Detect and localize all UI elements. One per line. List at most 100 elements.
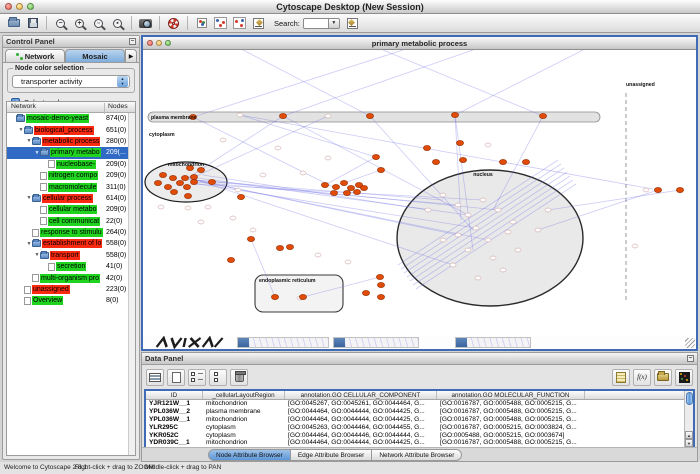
unselect-attributes-icon[interactable] xyxy=(209,369,227,386)
graph-node-selected[interactable] xyxy=(183,184,190,189)
graph-node-selected[interactable] xyxy=(366,113,373,118)
table-scrollbar[interactable]: ▲ ▼ xyxy=(684,391,693,447)
graph-node-unselected[interactable] xyxy=(230,216,236,220)
search-input[interactable] xyxy=(303,18,329,29)
graph-node-unselected[interactable] xyxy=(250,228,256,232)
table-row[interactable]: YPL036W__1mitochondrion[GO:0044464, GO:0… xyxy=(146,416,684,424)
graph-node-selected[interactable] xyxy=(343,190,350,195)
graph-node-selected[interactable] xyxy=(159,172,166,177)
graph-node-unselected[interactable] xyxy=(237,113,243,117)
graph-node-selected[interactable] xyxy=(247,236,254,241)
graph-node-selected[interactable] xyxy=(376,274,383,279)
network-canvas[interactable]: plasma membranecytoplasmmitochondrionnuc… xyxy=(143,50,696,336)
graph-node-selected[interactable] xyxy=(340,180,347,185)
graph-node-selected[interactable] xyxy=(170,189,177,194)
open-folder-icon[interactable] xyxy=(5,15,22,31)
graph-node-selected[interactable] xyxy=(190,174,197,179)
tree-row[interactable]: response to stimulu264(0) xyxy=(7,227,135,238)
graph-node-unselected[interactable] xyxy=(158,205,164,209)
graph-node-unselected[interactable] xyxy=(220,138,226,142)
tree-row[interactable]: secretion41(0) xyxy=(7,261,135,272)
graph-node-selected[interactable] xyxy=(539,113,546,118)
graph-node-selected[interactable] xyxy=(299,294,306,299)
graph-node-selected[interactable] xyxy=(372,154,379,159)
graph-node-unselected[interactable] xyxy=(510,220,516,224)
open-attribute-icon[interactable] xyxy=(654,369,672,386)
tab-network[interactable]: Network xyxy=(5,49,65,62)
graph-node-selected[interactable] xyxy=(362,290,369,295)
table-row[interactable]: YLR295Ccytoplasm[GO:0045263, GO:0044464,… xyxy=(146,424,684,432)
network-graph[interactable]: plasma membranecytoplasmmitochondrionnuc… xyxy=(143,50,696,336)
select-attributes-icon[interactable] xyxy=(188,369,206,386)
graph-node-selected[interactable] xyxy=(654,187,661,192)
tree-row[interactable]: nitrogen compo209(0) xyxy=(7,170,135,181)
table-row[interactable]: YPL036W__2plasma membrane[GO:0044464, GO… xyxy=(146,408,684,416)
scroll-down-arrow[interactable]: ▼ xyxy=(685,439,693,447)
graph-node-unselected[interactable] xyxy=(643,188,649,192)
table-header-row[interactable]: ID_cellularLayoutRegionannotation.GO CEL… xyxy=(146,391,684,400)
tree-row[interactable]: cell communicat22(0) xyxy=(7,216,135,227)
apply-layout-icon[interactable] xyxy=(212,15,229,31)
scroll-up-arrow[interactable]: ▲ xyxy=(685,431,693,439)
graph-node-selected[interactable] xyxy=(451,112,458,117)
graph-node-selected[interactable] xyxy=(330,190,337,195)
graph-node-unselected[interactable] xyxy=(500,268,506,272)
table-row[interactable]: YKR052Ccytoplasm[GO:0044464, GO:0044446,… xyxy=(146,432,684,440)
graph-node-unselected[interactable] xyxy=(300,171,306,175)
graph-node-selected[interactable] xyxy=(377,167,384,172)
graph-node-selected[interactable] xyxy=(377,282,384,287)
graph-node-unselected[interactable] xyxy=(485,238,491,242)
tree-row[interactable]: ▼biological_process651(0) xyxy=(7,124,135,135)
graph-node-unselected[interactable] xyxy=(535,228,541,232)
tab-network-attribute-browser[interactable]: Network Attribute Browser xyxy=(372,449,462,461)
help-lifering-icon[interactable] xyxy=(165,15,182,31)
graph-node-selected[interactable] xyxy=(347,185,354,190)
graph-node-selected[interactable] xyxy=(276,245,283,250)
tree-row[interactable]: unassigned223(0) xyxy=(7,284,135,295)
graph-node-unselected[interactable] xyxy=(345,260,351,264)
zoom-selected-icon[interactable]: ▪ xyxy=(109,15,126,31)
graph-node-unselected[interactable] xyxy=(465,248,471,252)
graph-node-unselected[interactable] xyxy=(495,208,501,212)
graph-node-unselected[interactable] xyxy=(465,213,471,217)
more-tabs-arrow-icon[interactable]: ▶ xyxy=(125,49,137,62)
graph-node-unselected[interactable] xyxy=(440,238,446,242)
snapshot-camera-icon[interactable] xyxy=(137,15,154,31)
column-header[interactable]: _cellularLayoutRegion xyxy=(203,391,285,399)
graph-node-selected[interactable] xyxy=(321,182,328,187)
graph-node-selected[interactable] xyxy=(227,257,234,262)
graph-node-unselected[interactable] xyxy=(545,208,551,212)
graph-node-selected[interactable] xyxy=(169,175,176,180)
graph-node-unselected[interactable] xyxy=(455,233,461,237)
scrollbar-thumb[interactable] xyxy=(686,392,693,405)
graph-node-unselected[interactable] xyxy=(205,205,211,209)
annotation-icon[interactable] xyxy=(250,15,267,31)
graph-node-selected[interactable] xyxy=(676,187,683,192)
table-row[interactable]: YJR121W__1mitochondrion[GO:0045267, GO:0… xyxy=(146,400,684,408)
graph-node-selected[interactable] xyxy=(184,193,191,198)
graph-node-unselected[interactable] xyxy=(485,143,491,147)
float-panel-icon[interactable] xyxy=(129,38,136,45)
graph-node-selected[interactable] xyxy=(432,159,439,164)
tree-row[interactable]: ▼cellular process614(0) xyxy=(7,193,135,204)
tree-row[interactable]: mosaic-demo-yeast874(0) xyxy=(7,113,135,124)
graph-node-selected[interactable] xyxy=(208,179,215,184)
tree-row[interactable]: Overview8(0) xyxy=(7,295,135,306)
search-options-icon[interactable] xyxy=(344,15,361,31)
import-table-icon[interactable] xyxy=(146,369,164,386)
graph-node-unselected[interactable] xyxy=(275,146,281,150)
network-overview-icon[interactable] xyxy=(193,15,210,31)
column-header[interactable]: ID xyxy=(146,391,203,399)
graph-node-selected[interactable] xyxy=(197,167,204,172)
tree-row[interactable]: ▼metabolic process280(0) xyxy=(7,136,135,147)
column-header[interactable]: annotation.GO MOLECULAR_FUNCTION xyxy=(437,391,585,399)
graph-node-unselected[interactable] xyxy=(490,256,496,260)
zoom-out-icon[interactable]: − xyxy=(52,15,69,31)
graph-node-unselected[interactable] xyxy=(450,263,456,267)
graph-node-unselected[interactable] xyxy=(515,248,521,252)
graph-node-unselected[interactable] xyxy=(505,230,511,234)
tree-row[interactable]: ▼transport558(0) xyxy=(7,250,135,261)
zoom-fit-icon[interactable]: ▫ xyxy=(90,15,107,31)
graph-node-selected[interactable] xyxy=(499,159,506,164)
float-panel-icon[interactable] xyxy=(687,355,694,362)
